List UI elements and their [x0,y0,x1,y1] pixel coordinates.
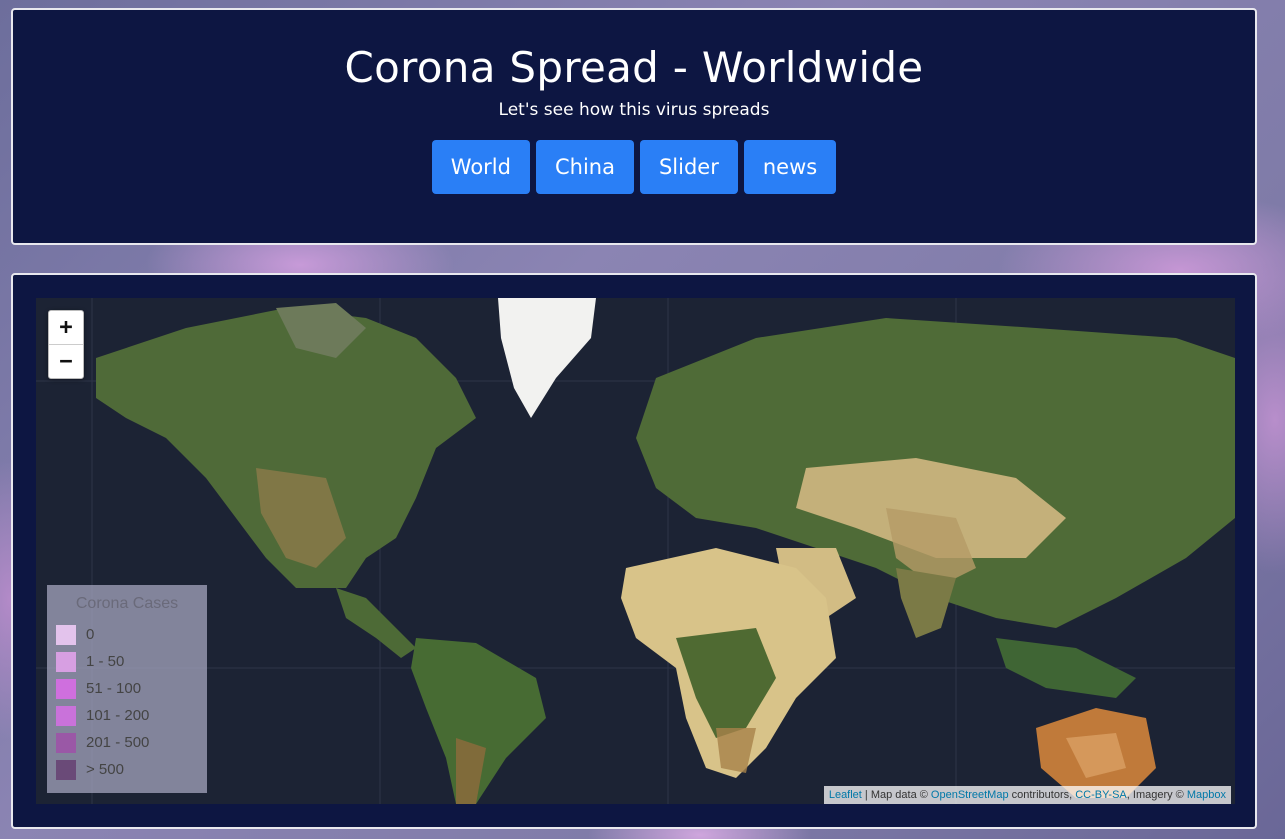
osm-link[interactable]: OpenStreetMap [931,789,1009,801]
legend-item: 1 - 50 [47,648,207,675]
legend-item: 201 - 500 [47,729,207,756]
legend-label: > 500 [86,761,124,778]
header-panel: Corona Spread - Worldwide Let's see how … [11,8,1257,245]
legend-label: 0 [86,626,95,643]
legend-swatch [56,624,76,645]
page-subtitle: Let's see how this virus spreads [498,100,770,120]
legend-item: > 500 [47,756,207,783]
legend-swatch [56,732,76,753]
nav-buttons: World China Slider news [13,140,1255,194]
mapbox-link[interactable]: Mapbox [1187,789,1226,801]
cases-legend: Corona Cases 0 1 - 50 51 - 100 101 - 200… [47,585,207,793]
zoom-in-button[interactable]: + [49,311,83,345]
attribution-text: | Map data © [861,789,931,801]
leaflet-link[interactable]: Leaflet [829,789,862,801]
legend-swatch [56,678,76,699]
legend-swatch [56,651,76,672]
map-imagery [36,298,1235,804]
attribution-text: , Imagery © [1126,789,1187,801]
zoom-control: + − [48,310,84,379]
legend-label: 101 - 200 [86,707,150,724]
legend-swatch [56,759,76,780]
legend-item: 0 [47,621,207,648]
page-title: Corona Spread - Worldwide [344,43,924,92]
legend-label: 201 - 500 [86,734,150,751]
slider-button[interactable]: Slider [639,140,738,194]
map-attribution: Leaflet | Map data © OpenStreetMap contr… [823,786,1231,804]
attribution-text: contributors, [1008,789,1076,801]
legend-title: Corona Cases [75,595,179,612]
license-link[interactable]: CC-BY-SA [1075,789,1127,801]
world-map[interactable]: + − Corona Cases 0 1 - 50 51 - 100 101 -… [36,298,1235,804]
legend-swatch [56,705,76,726]
world-button[interactable]: World [431,140,530,194]
zoom-out-button[interactable]: − [49,345,83,378]
map-panel: + − Corona Cases 0 1 - 50 51 - 100 101 -… [11,273,1257,829]
news-button[interactable]: news [743,140,837,194]
legend-item: 101 - 200 [47,702,207,729]
legend-label: 51 - 100 [86,680,142,697]
legend-label: 1 - 50 [86,653,125,670]
legend-item: 51 - 100 [47,675,207,702]
china-button[interactable]: China [535,140,634,194]
